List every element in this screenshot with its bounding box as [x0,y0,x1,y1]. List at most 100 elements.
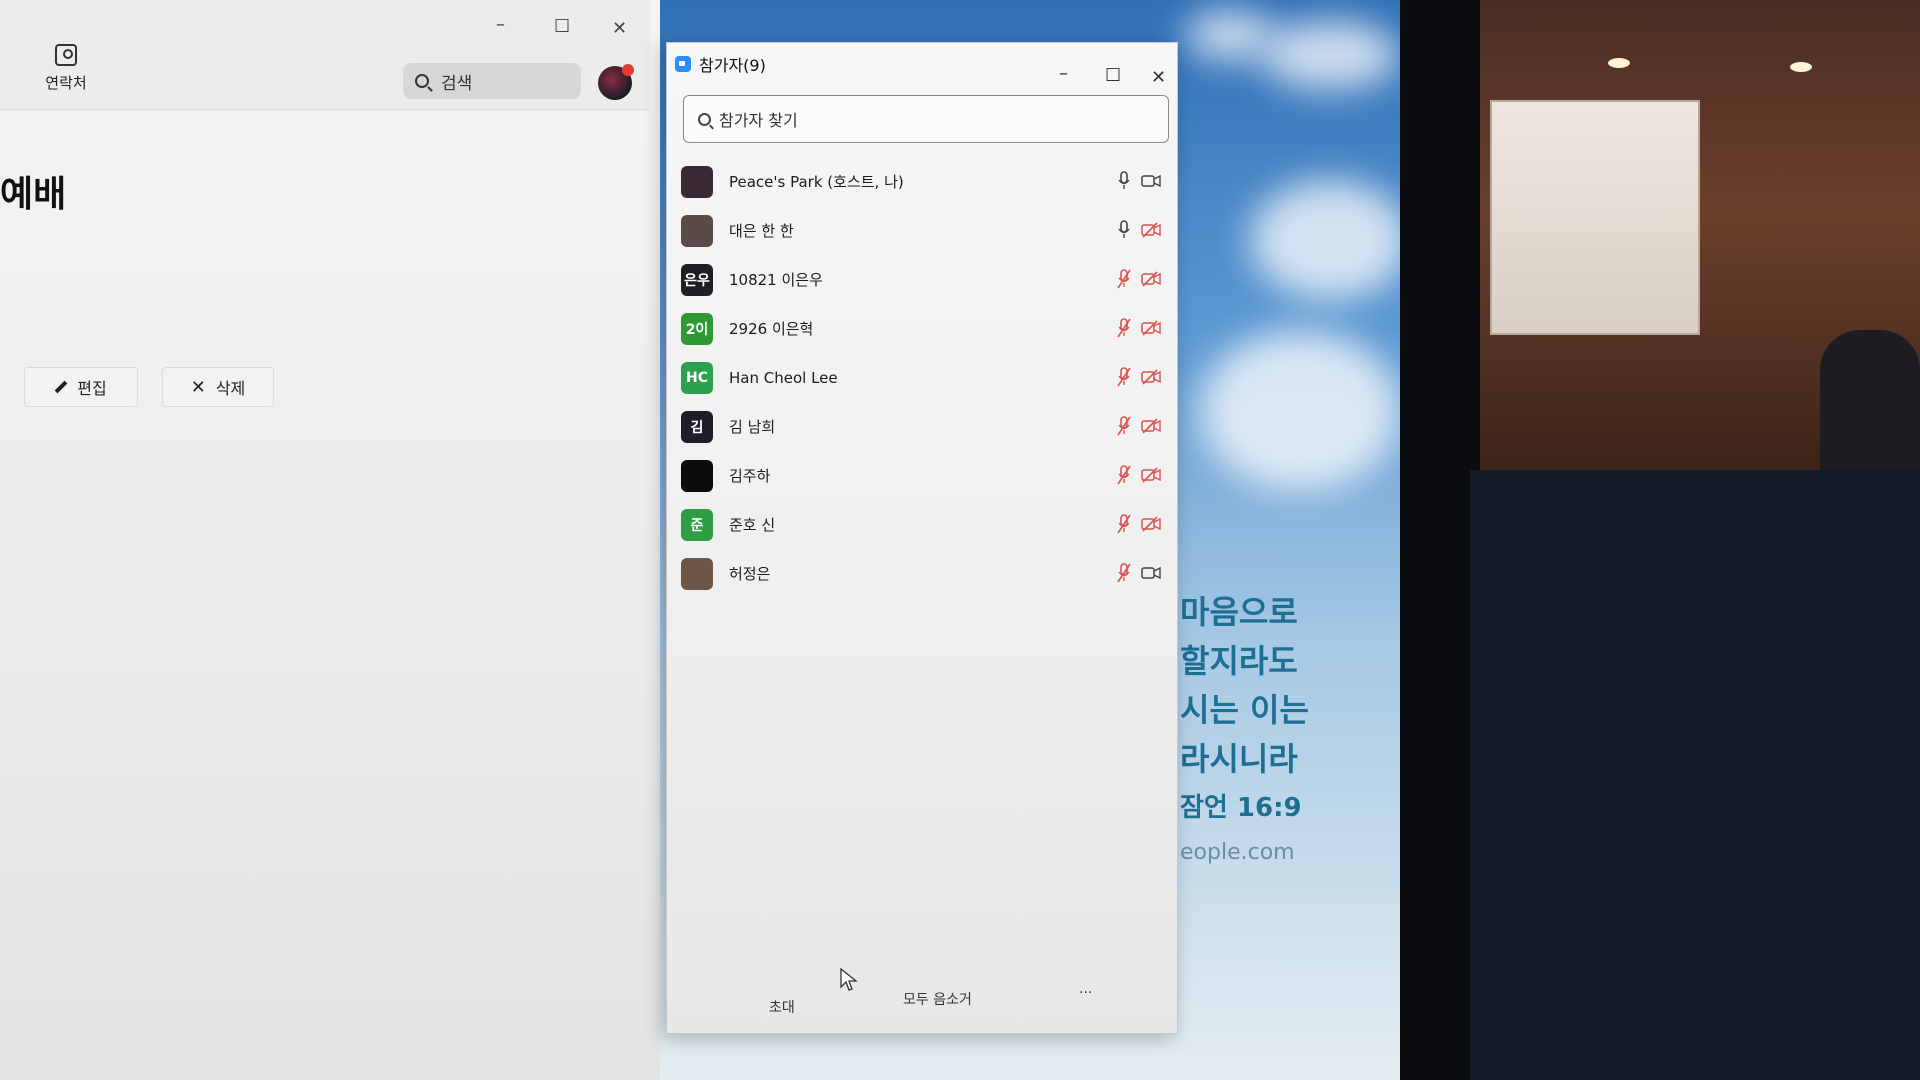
participant-status-icons [1117,465,1161,485]
participant-name: Peace's Park (호스트, 나) [729,173,904,191]
close-icon: ✕ [190,376,206,398]
participant-status-icons [1117,220,1161,240]
search-placeholder: 검색 [441,73,473,94]
minimize-button[interactable]: – [1059,63,1068,84]
verse-site: eople.com [1180,840,1295,865]
contacts-tab-label: 연락처 [45,74,87,92]
participant-status-icons [1117,318,1161,338]
participants-window: 참가자(9) – ☐ ✕ 참가자 찾기 Peace's Park (호스트, 나… [666,42,1178,1034]
mute-all-button[interactable]: 모두 음소거 [903,989,972,1009]
video-off-icon[interactable] [1141,271,1161,287]
participant-search-placeholder: 참가자 찾기 [719,111,798,130]
avatar: 2이 [681,312,713,345]
participant-name: 준호 신 [729,516,776,534]
edit-button[interactable]: 편집 [24,367,138,407]
mic-muted-icon[interactable] [1117,269,1131,289]
video-off-icon[interactable] [1141,467,1161,483]
close-button[interactable]: ✕ [612,18,627,39]
video-off-icon[interactable] [1141,516,1161,532]
participant-row[interactable]: 대은 한 한 [681,206,1171,255]
verse-line: 라시니라 [1180,740,1298,778]
participant-row[interactable]: 준 준호 신 [681,500,1171,549]
window-title: 참가자(9) [699,56,766,75]
maximize-button[interactable]: ☐ [1105,65,1121,86]
participant-row[interactable]: Peace's Park (호스트, 나) [681,157,1171,206]
mouse-cursor-icon [840,968,858,991]
notification-dot [622,64,634,76]
video-icon[interactable] [1141,565,1161,581]
participant-name: 10821 이은우 [729,271,823,289]
invite-button[interactable]: 초대 [769,997,795,1017]
contacts-tab[interactable]: 연락처 [36,44,96,93]
ceiling-light [1608,58,1630,68]
edit-button-label: 편집 [77,379,107,398]
wallpaper-cloud [1185,10,1275,60]
video-off-icon[interactable] [1141,369,1161,385]
participants-titlebar: 참가자(9) [675,49,766,79]
participant-status-icons [1117,269,1161,289]
room-person [1820,330,1920,470]
mic-muted-icon[interactable] [1117,563,1131,583]
avatar: 김 [681,410,713,443]
mic-muted-icon[interactable] [1117,416,1131,436]
maximize-button[interactable]: ☐ [554,16,570,37]
participant-name: 허정은 [729,565,771,583]
verse-line: 할지라도 [1180,642,1298,680]
contacts-window: 연락처 검색 – ☐ ✕ 예배 편집 ✕ 삭제 [0,0,660,1080]
participant-row[interactable]: 은우 10821 이은우 [681,255,1171,304]
participant-status-icons [1117,563,1161,583]
delete-button[interactable]: ✕ 삭제 [162,367,274,407]
video-icon[interactable] [1141,173,1161,189]
participants-footer: 초대 모두 음소거 ... [667,969,1179,1033]
mic-icon[interactable] [1117,171,1131,191]
video-off-icon[interactable] [1141,320,1161,336]
mic-muted-icon[interactable] [1117,465,1131,485]
participant-name: 2926 이은혁 [729,320,814,338]
participant-status-icons [1117,416,1161,436]
participant-row[interactable]: HC Han Cheol Lee [681,353,1171,402]
avatar [681,459,713,492]
search-icon [698,112,711,126]
verse-line: 마음으로 [1180,593,1298,631]
participant-row[interactable]: 2이 2926 이은혁 [681,304,1171,353]
participant-name: Han Cheol Lee [729,368,838,387]
contacts-icon [55,44,77,66]
participant-list: Peace's Park (호스트, 나) 대은 한 한은우 10821 이은우 2이… [681,157,1171,598]
participant-status-icons [1117,171,1161,191]
video-off-icon[interactable] [1141,418,1161,434]
avatar [681,557,713,590]
search-input[interactable]: 검색 [403,63,581,99]
participant-status-icons [1117,367,1161,387]
avatar: 준 [681,508,713,541]
wallpaper-cloud [1260,20,1400,90]
mic-icon[interactable] [1117,220,1131,240]
zoom-logo-icon [675,56,691,72]
mic-muted-icon[interactable] [1117,514,1131,534]
participant-search-input[interactable]: 참가자 찾기 [683,95,1169,143]
dark-desk-area [1470,470,1920,1080]
minimize-button[interactable]: – [496,14,505,35]
participant-row[interactable]: 김 김 남희 [681,402,1171,451]
avatar [681,165,713,198]
search-icon [415,74,429,88]
participant-row[interactable]: 김주하 [681,451,1171,500]
ceiling-light [1790,62,1812,72]
verse-line: 시는 이는 [1180,691,1309,729]
close-button[interactable]: ✕ [1151,67,1166,88]
mic-muted-icon[interactable] [1117,318,1131,338]
participant-name: 김주하 [729,467,771,485]
mic-muted-icon[interactable] [1117,367,1131,387]
verse-reference: 잠언 16:9 [1180,793,1302,823]
participant-name: 대은 한 한 [729,222,794,240]
participant-name: 김 남희 [729,418,776,436]
avatar[interactable] [598,64,634,100]
more-options-button[interactable]: ... [1079,981,1092,997]
meeting-title: 예배 [0,174,67,215]
monitor-bezel [1400,0,1480,1080]
participant-status-icons [1117,514,1161,534]
delete-button-label: 삭제 [215,379,246,398]
participant-row[interactable]: 허정은 [681,549,1171,598]
avatar: 은우 [681,263,713,296]
avatar: HC [681,361,713,394]
video-off-icon[interactable] [1141,222,1161,238]
